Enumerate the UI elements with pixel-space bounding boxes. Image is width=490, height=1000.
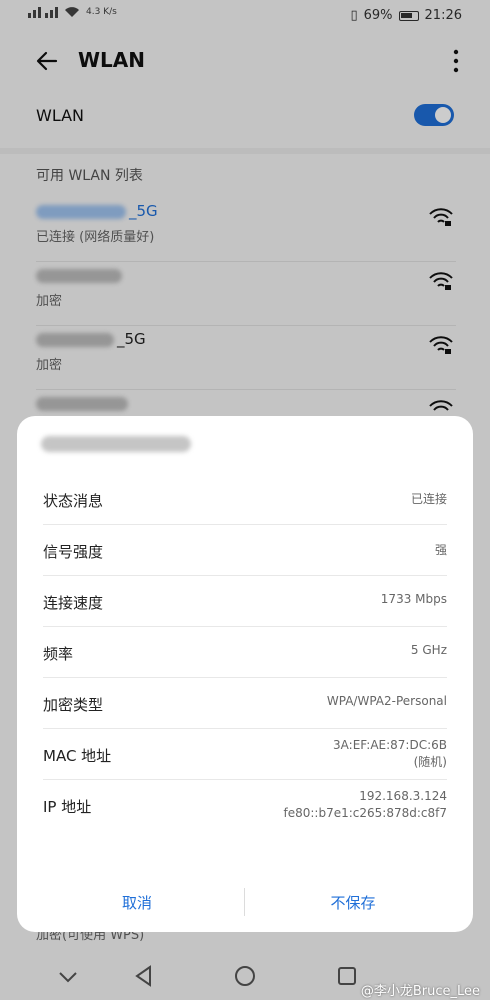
detail-value: WPA/WPA2-Personal (326, 694, 447, 708)
detail-value: 1733 Mbps (380, 592, 447, 606)
cancel-button[interactable]: 取消 (37, 892, 237, 913)
detail-row-ip: IP 地址 192.168.3.124 fe80::b7e1:c265:878d:… (43, 780, 447, 831)
detail-key: 频率 (43, 645, 74, 663)
detail-key: 状态消息 (43, 492, 104, 510)
detail-row-signal: 信号强度 强 (43, 525, 447, 576)
forget-network-button[interactable]: 不保存 (253, 892, 453, 913)
button-divider (244, 888, 245, 916)
detail-value: 5 GHz (410, 643, 447, 657)
detail-row-link-speed: 连接速度 1733 Mbps (43, 576, 447, 627)
detail-value: 192.168.3.124 fe80::b7e1:c265:878d:c8f7 (283, 789, 447, 820)
dialog-title-ssid (41, 436, 191, 460)
detail-key: 连接速度 (43, 594, 104, 612)
detail-value: 强 (434, 543, 447, 557)
detail-row-status: 状态消息 已连接 (43, 474, 447, 525)
dialog-buttons: 取消 不保存 (17, 886, 473, 920)
detail-key: MAC 地址 (43, 747, 112, 765)
detail-row-frequency: 频率 5 GHz (43, 627, 447, 678)
network-details-dialog: 状态消息 已连接 信号强度 强 连接速度 1733 Mbps 频率 5 GHz … (17, 416, 473, 932)
detail-row-mac: MAC 地址 3A:EF:AE:87:DC:6B (随机) (43, 729, 447, 780)
detail-key: 信号强度 (43, 543, 104, 561)
detail-key: IP 地址 (43, 798, 92, 816)
detail-row-security: 加密类型 WPA/WPA2-Personal (43, 678, 447, 729)
detail-value: 3A:EF:AE:87:DC:6B (随机) (333, 738, 447, 769)
watermark: @李小龙Bruce_Lee (360, 984, 480, 999)
detail-key: 加密类型 (43, 696, 104, 714)
detail-value: 已连接 (410, 492, 447, 506)
